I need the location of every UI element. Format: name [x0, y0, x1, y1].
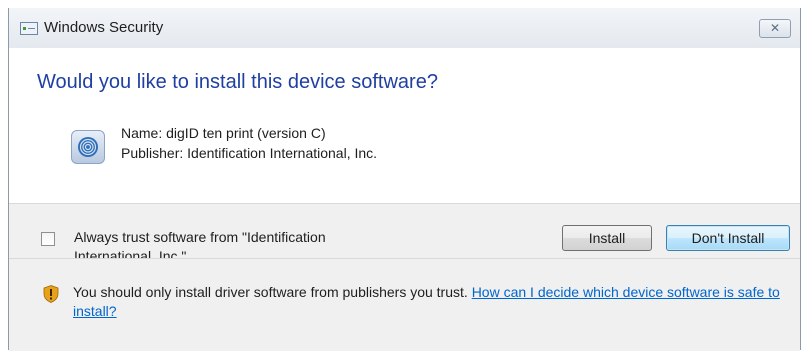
- dialog-heading: Would you like to install this device so…: [37, 71, 438, 93]
- close-button[interactable]: ✕: [759, 19, 791, 38]
- title-bar[interactable]: Windows Security ✕: [9, 8, 800, 48]
- window-icon: [20, 22, 38, 35]
- always-trust-checkbox[interactable]: [41, 232, 55, 246]
- window-title: Windows Security: [44, 19, 164, 36]
- install-button[interactable]: Install: [562, 225, 652, 251]
- warning-text: You should only install driver software …: [73, 284, 468, 300]
- dont-install-button[interactable]: Don't Install: [666, 225, 790, 251]
- warning-message: You should only install driver software …: [73, 283, 793, 321]
- shield-warning-icon: [43, 285, 59, 303]
- security-dialog: Windows Security ✕ Would you like to ins…: [8, 8, 801, 351]
- fingerprint-icon: [71, 130, 105, 164]
- device-name: Name: digID ten print (version C): [121, 125, 326, 141]
- trust-panel: Always trust software from "Identificati…: [9, 203, 800, 264]
- device-publisher: Publisher: Identification International,…: [121, 145, 378, 161]
- warning-panel: You should only install driver software …: [9, 258, 800, 351]
